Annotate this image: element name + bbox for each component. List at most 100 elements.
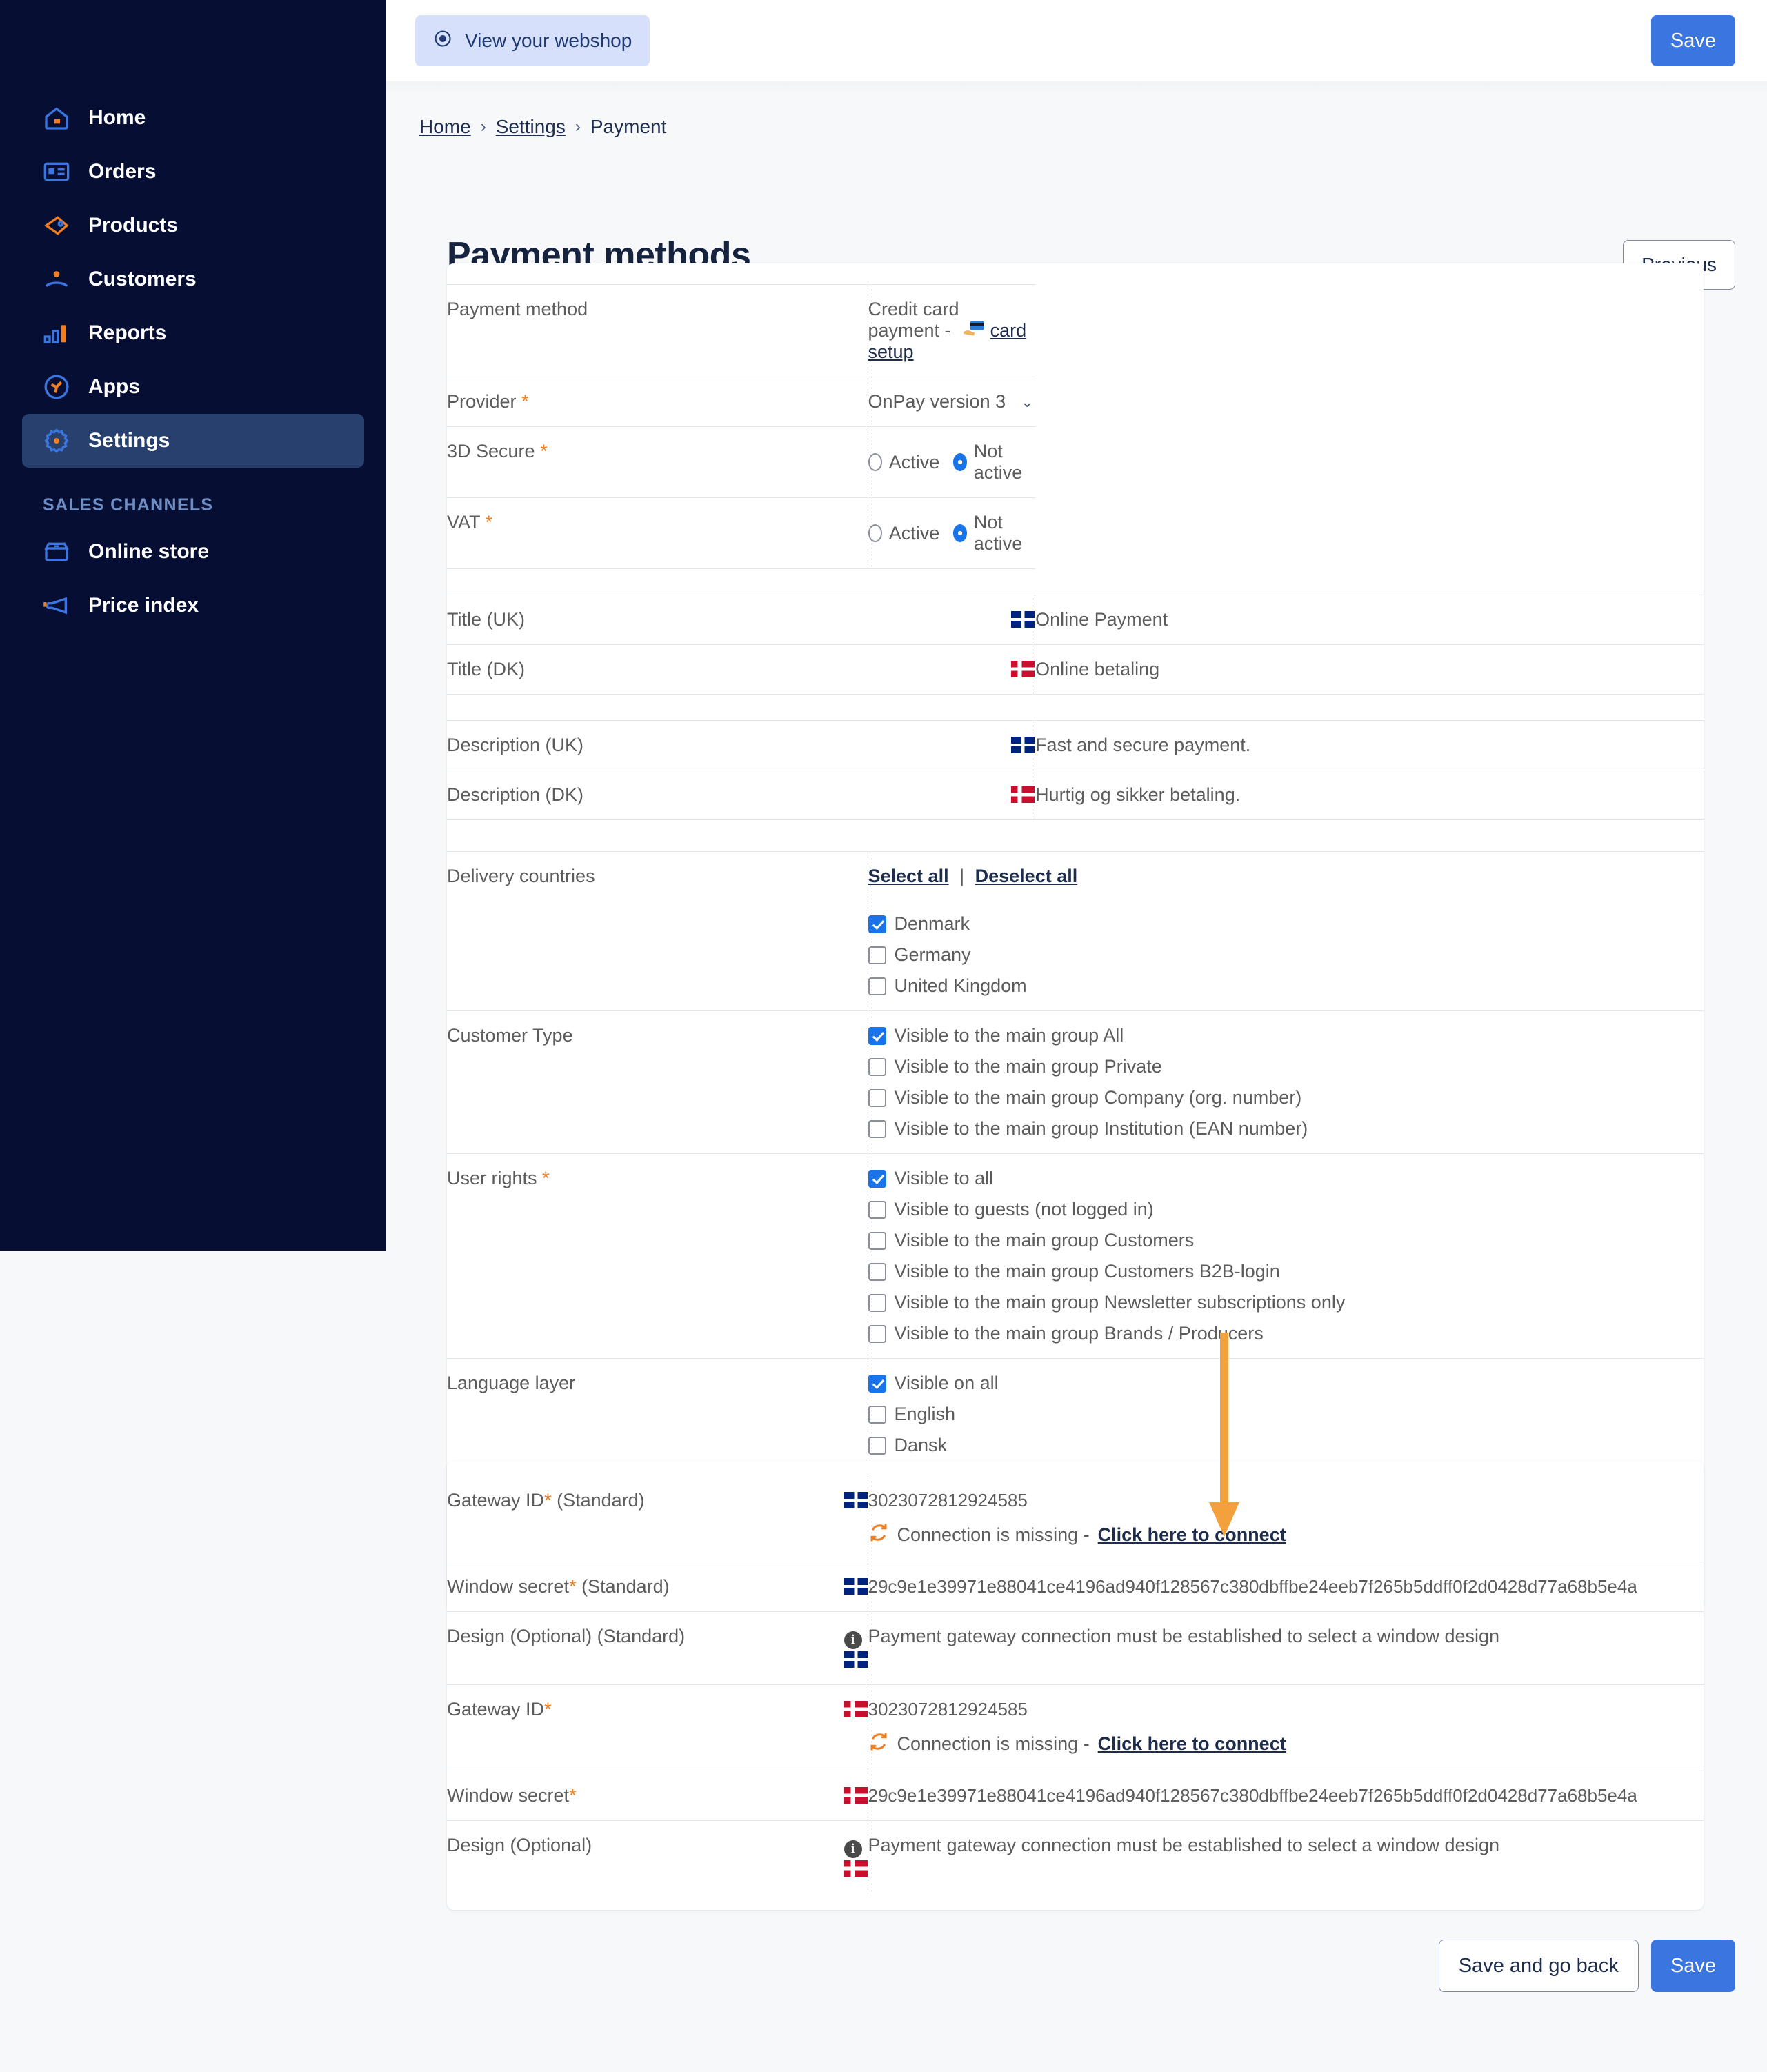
checkbox-label: Visible to the main group Customers: [894, 1230, 1195, 1251]
required-asterisk: *: [521, 391, 529, 412]
row-label-text: Window secret: [447, 1576, 570, 1597]
checkbox-language-english[interactable]: [868, 1405, 886, 1424]
table-row-title-dk: Title (DK) Online betaling: [447, 644, 1704, 695]
select-all-link[interactable]: Select all: [868, 866, 949, 886]
list-item[interactable]: Visible to the main group Private: [868, 1056, 1704, 1077]
checkbox-label: Visible to the main group Newsletter sub…: [894, 1292, 1346, 1313]
row-label-suffix: (Standard): [576, 1576, 670, 1597]
radio-vat-active[interactable]: [868, 524, 882, 542]
radio-3d-secure-not-active[interactable]: [952, 453, 967, 471]
view-webshop-button[interactable]: View your webshop: [415, 15, 650, 66]
list-item[interactable]: Dansk: [868, 1435, 1704, 1456]
checkbox-label: Germany: [894, 944, 971, 965]
sidebar-item-apps[interactable]: Apps: [22, 360, 364, 414]
list-item[interactable]: United Kingdom: [868, 975, 1704, 997]
table-row: Window secret* (Standard) 29c9e1e39971e8…: [447, 1562, 1704, 1612]
list-item[interactable]: Visible to the main group Customers: [868, 1230, 1704, 1251]
sidebar-item-reports[interactable]: Reports: [22, 306, 364, 360]
checkbox-visible-guests[interactable]: [868, 1200, 886, 1219]
window-secret-input[interactable]: 29c9e1e39971e88041ce4196ad940f128567c380…: [868, 1576, 1704, 1597]
sidebar-item-price-index[interactable]: Price index: [22, 579, 364, 632]
table-row-customer-type: Customer Type Visible to the main group …: [447, 1010, 1704, 1154]
payment-settings-table: Payment method Credit card payment - car…: [447, 284, 1704, 1596]
checkbox-language-all[interactable]: [868, 1374, 886, 1393]
list-item[interactable]: Visible to the main group Customers B2B-…: [868, 1261, 1704, 1282]
refresh-sync-icon: [868, 1522, 889, 1548]
checkbox-visible-to-all[interactable]: [868, 1169, 886, 1188]
sidebar-item-orders[interactable]: Orders: [22, 145, 364, 199]
row-label: Gateway ID* (Standard): [447, 1476, 830, 1562]
deselect-all-link[interactable]: Deselect all: [975, 866, 1078, 886]
checkbox-customer-type-institution[interactable]: [868, 1119, 886, 1138]
click-here-to-connect-link[interactable]: Click here to connect: [1098, 1733, 1286, 1755]
breadcrumb-settings[interactable]: Settings: [496, 116, 566, 138]
sidebar-item-home[interactable]: Home: [22, 91, 364, 145]
save-and-go-back-button[interactable]: Save and go back: [1438, 1940, 1639, 1992]
sidebar-item-label: Reports: [88, 321, 167, 344]
bar-chart-icon: [43, 319, 70, 347]
checkbox-visible-newsletter[interactable]: [868, 1293, 886, 1312]
checkbox-customer-type-all[interactable]: [868, 1026, 886, 1045]
checkbox-denmark[interactable]: [868, 915, 886, 933]
breadcrumb-home[interactable]: Home: [419, 116, 471, 138]
table-row-payment-method: Payment method Credit card payment - car…: [447, 284, 1704, 377]
checkbox-customer-type-company[interactable]: [868, 1088, 886, 1107]
list-item[interactable]: Germany: [868, 944, 1704, 966]
checkbox-label: Visible to the main group Institution (E…: [894, 1118, 1308, 1139]
required-asterisk: *: [569, 1785, 577, 1806]
sidebar-item-products[interactable]: Products: [22, 199, 364, 252]
top-save-button[interactable]: Save: [1650, 15, 1735, 66]
checkbox-customer-type-private[interactable]: [868, 1057, 886, 1076]
window-secret-input[interactable]: 29c9e1e39971e88041ce4196ad940f128567c380…: [868, 1785, 1704, 1806]
list-item[interactable]: Visible to the main group All: [868, 1025, 1704, 1046]
checkbox-label: Dansk: [894, 1435, 948, 1455]
sidebar-item-settings[interactable]: Settings: [22, 414, 364, 468]
bottom-save-button[interactable]: Save: [1650, 1940, 1735, 1992]
list-item[interactable]: English: [868, 1404, 1704, 1425]
list-item[interactable]: Visible to the main group Institution (E…: [868, 1118, 1704, 1139]
table-row: Gateway ID* (Standard) 3023072812924585 …: [447, 1476, 1704, 1562]
checkbox-visible-customers-b2b[interactable]: [868, 1262, 886, 1281]
title-uk-input[interactable]: Online Payment: [1035, 595, 1704, 645]
required-asterisk: *: [542, 1168, 550, 1188]
checkbox-visible-customers[interactable]: [868, 1231, 886, 1250]
list-item[interactable]: Visible on all: [868, 1373, 1704, 1394]
list-item[interactable]: Visible to all: [868, 1168, 1704, 1189]
list-item[interactable]: Visible to the main group Company (org. …: [868, 1087, 1704, 1108]
payment-method-text: Credit card payment -: [868, 299, 959, 341]
gateway-id-input[interactable]: 3023072812924585: [868, 1490, 1704, 1511]
provider-select[interactable]: OnPay version 3 ⌄: [868, 391, 1034, 412]
connection-status-text: Connection is missing -: [897, 1524, 1090, 1545]
sidebar-item-customers[interactable]: Customers: [22, 252, 364, 306]
radio-vat-not-active[interactable]: [952, 524, 967, 542]
title-dk-input[interactable]: Online betaling: [1035, 644, 1704, 695]
table-row-language-layer: Language layer Visible on all English Da…: [447, 1358, 1704, 1471]
list-item[interactable]: Visible to the main group Newsletter sub…: [868, 1292, 1704, 1313]
required-asterisk: *: [540, 441, 548, 461]
click-here-to-connect-link[interactable]: Click here to connect: [1098, 1524, 1286, 1546]
checkbox-label: Visible to the main group Customers B2B-…: [894, 1261, 1280, 1282]
checkbox-visible-brands-producers[interactable]: [868, 1324, 886, 1343]
breadcrumb: Home › Settings › Payment: [419, 116, 666, 138]
row-label-text: Design (Optional): [447, 1835, 592, 1855]
info-icon[interactable]: i: [843, 1631, 862, 1649]
sidebar-item-online-store[interactable]: Online store: [22, 525, 364, 579]
row-label-text: Gateway ID: [447, 1699, 545, 1720]
checkbox-united-kingdom[interactable]: [868, 977, 886, 995]
orders-icon: [43, 158, 70, 186]
list-item[interactable]: Denmark: [868, 913, 1704, 935]
description-dk-input[interactable]: Hurtig og sikker betaling.: [1035, 770, 1704, 820]
description-uk-input[interactable]: Fast and secure payment.: [1035, 720, 1704, 770]
checkbox-language-dansk[interactable]: [868, 1436, 886, 1455]
row-label-suffix: (Standard): [592, 1626, 686, 1646]
row-label: Customer Type: [447, 1010, 868, 1154]
radio-label: Active: [888, 451, 940, 472]
info-icon[interactable]: i: [843, 1840, 862, 1858]
checkbox-germany[interactable]: [868, 946, 886, 964]
sidebar-item-label: Home: [88, 106, 146, 129]
list-item[interactable]: Visible to guests (not logged in): [868, 1199, 1704, 1220]
list-item[interactable]: Visible to the main group Brands / Produ…: [868, 1323, 1704, 1344]
gateway-id-input[interactable]: 3023072812924585: [868, 1699, 1704, 1720]
provider-value: OnPay version 3: [868, 391, 1006, 412]
radio-3d-secure-active[interactable]: [868, 453, 882, 471]
